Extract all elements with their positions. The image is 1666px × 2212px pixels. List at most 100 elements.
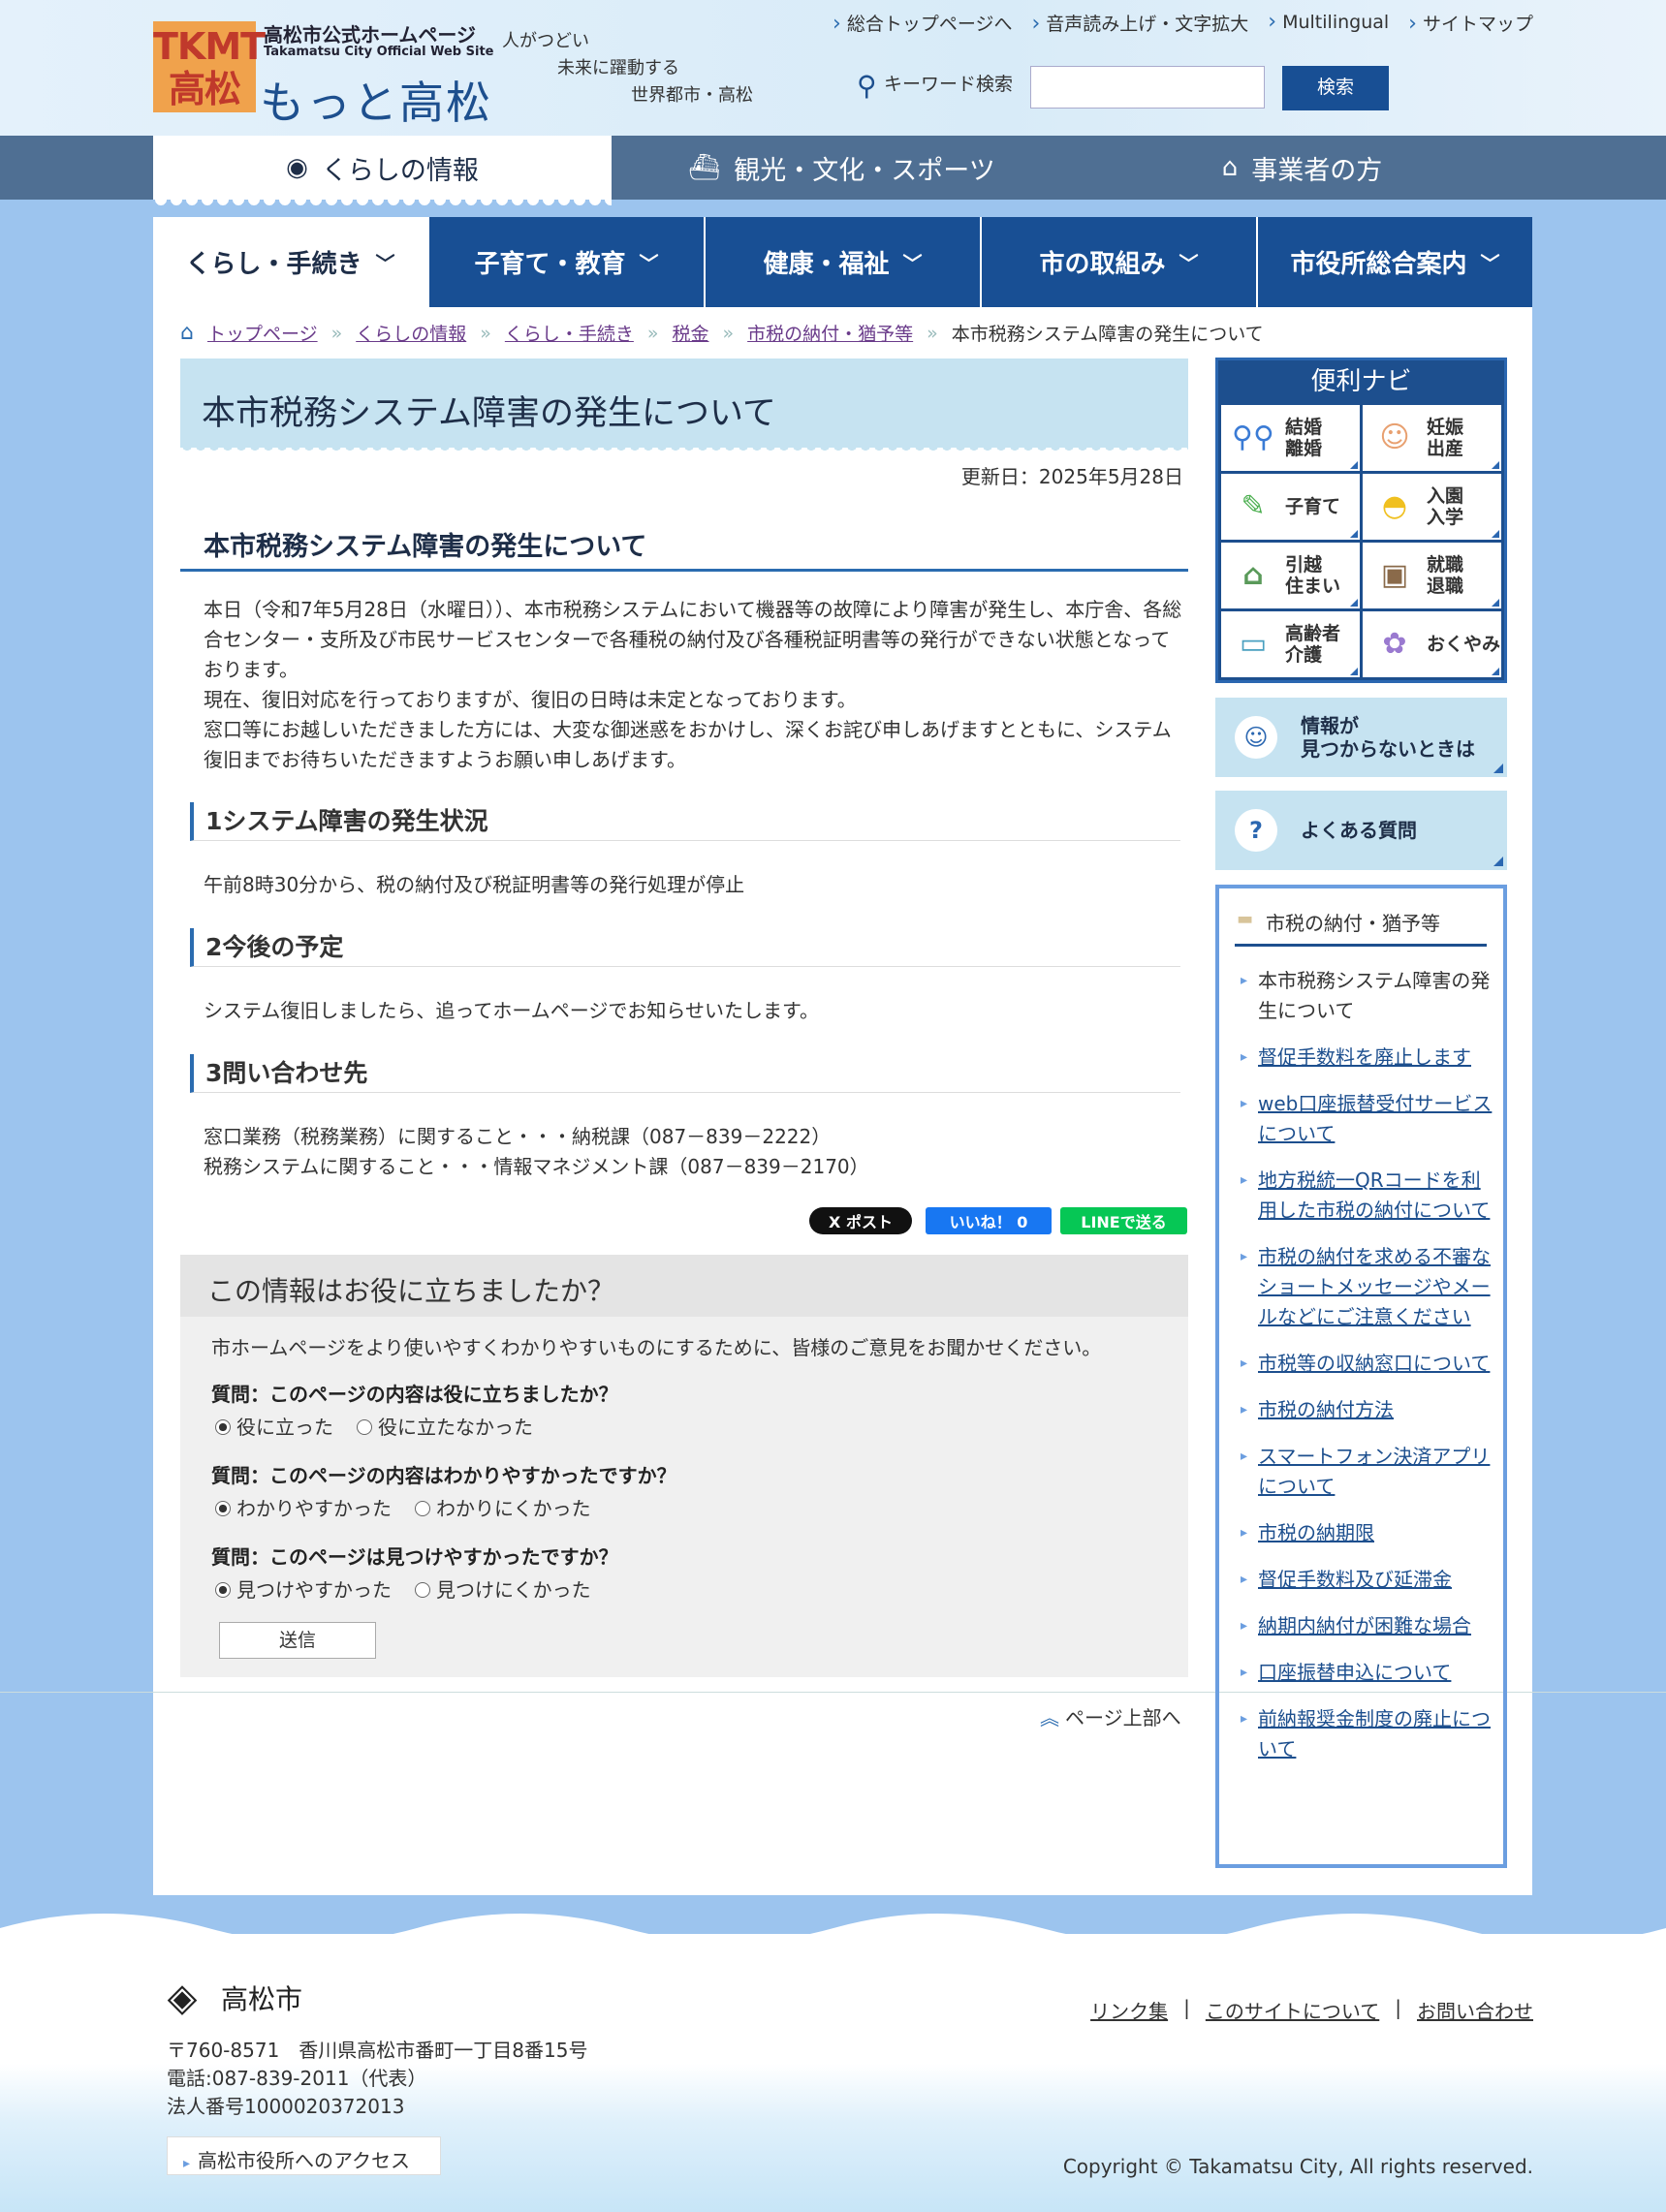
breadcrumb-tax[interactable]: 税金	[673, 320, 709, 346]
nav-childcare[interactable]: 子育て・教育 ﹀	[429, 217, 706, 307]
nav-living-procedures[interactable]: くらし・手続き ﹀	[153, 217, 429, 307]
not-found-button[interactable]: ☺ 情報が 見つからないときは	[1215, 698, 1507, 777]
chevron-down-icon: ﹀	[1179, 252, 1199, 275]
navi-moving[interactable]: ⌂ 引越 住まい	[1221, 543, 1360, 608]
related-item-label[interactable]: 督促手数料及び延滞金	[1258, 1568, 1452, 1591]
nav-health[interactable]: 健康・福祉 ﹀	[706, 217, 982, 307]
related-item[interactable]: 市税の納付を求める不審なショートメッセージやメールなどにご注意ください	[1239, 1242, 1493, 1332]
breadcrumb-payment[interactable]: 市税の納付・猶予等	[747, 320, 913, 346]
related-item[interactable]: 口座振替申込について	[1239, 1658, 1493, 1688]
related-item-label[interactable]: 市税の納付を求める不審なショートメッセージやメールなどにご注意ください	[1258, 1245, 1491, 1328]
search-button[interactable]: 検索	[1282, 66, 1389, 110]
related-item[interactable]: web口座振替受付サービスについて	[1239, 1089, 1493, 1149]
feedback-intro: 市ホームページをより使いやすくわかりやすいものにするために、皆様のご意見をお聞か…	[211, 1336, 1102, 1359]
tab-tourism[interactable]: ⛴ 観光・文化・スポーツ	[612, 136, 1072, 200]
breadcrumb-procedures[interactable]: くらし・手続き	[505, 320, 634, 346]
top-link-home[interactable]: 総合トップページへ	[833, 10, 1013, 36]
corporate-number: 法人番号1000020372013	[167, 2095, 405, 2118]
related-item[interactable]: スマートフォン決済アプリについて	[1239, 1442, 1493, 1502]
navi-label: 妊娠 出産	[1427, 417, 1464, 459]
breadcrumb-living[interactable]: くらしの情報	[356, 320, 466, 346]
nav-label: 健康・福祉	[763, 250, 890, 279]
search-input[interactable]	[1030, 66, 1265, 109]
related-item-label[interactable]: 前納報奨金制度の廃止について	[1258, 1707, 1491, 1760]
nav-cityhall[interactable]: 市役所総合案内 ﹀	[1258, 217, 1532, 307]
related-item-label[interactable]: 市税の納期限	[1258, 1521, 1374, 1544]
radio-clear[interactable]: わかりやすかった	[215, 1493, 392, 1521]
navi-elderly[interactable]: ▭ 高齢者 介護	[1221, 611, 1360, 677]
body-paragraph: 現在、復旧対応を行っておりますが、復旧の日時は未定となっております。	[204, 688, 857, 711]
radio-not-useful[interactable]: 役に立たなかった	[357, 1412, 533, 1440]
radio-hard-find[interactable]: 見つけにくかった	[415, 1574, 591, 1603]
footer-link-contact[interactable]: お問い合わせ	[1417, 1996, 1533, 2024]
footer-address: 〒760-8571 香川県高松市番町一丁目8番15号 電話:087-839-20…	[167, 2037, 587, 2121]
related-item[interactable]: 督促手数料及び延滞金	[1239, 1565, 1493, 1595]
flower-icon: ✿	[1382, 627, 1407, 661]
page-top-link[interactable]: ページ上部へ	[1040, 1702, 1181, 1730]
navi-condolence[interactable]: ✿ おくやみ	[1363, 611, 1501, 677]
related-item[interactable]: 市税の納付方法	[1239, 1395, 1493, 1425]
related-item-label[interactable]: web口座振替受付サービスについて	[1258, 1092, 1492, 1145]
navi-marriage[interactable]: ⚲⚲ 結婚 離婚	[1221, 405, 1360, 471]
city-emblem-icon: ◈	[167, 1976, 198, 2020]
facebook-like-button[interactable]: いいね！ 0	[926, 1207, 1052, 1234]
line-share-button[interactable]: LINEで送る	[1060, 1207, 1187, 1234]
related-item[interactable]: 地方税統一QRコードを利用した市税の納付について	[1239, 1166, 1493, 1226]
tab-living[interactable]: ◉ くらしの情報	[153, 136, 612, 207]
related-item-label: 本市税務システム障害の発生について	[1258, 969, 1491, 1022]
body-paragraph: 本日（令和7年5月28日（水曜日））、本市税務システムにおいて機器等の故障により…	[204, 598, 1182, 681]
site-name[interactable]: もっと高松	[260, 68, 492, 132]
navi-school[interactable]: ◓ 入園 入学	[1363, 474, 1501, 540]
related-item-label[interactable]: 納期内納付が困難な場合	[1258, 1614, 1471, 1637]
navi-childcare[interactable]: ✎ 子育て	[1221, 474, 1360, 540]
footer-link-links[interactable]: リンク集	[1090, 1996, 1168, 2024]
radio-easy-find[interactable]: 見つけやすかった	[215, 1574, 392, 1603]
x-post-button[interactable]: X ポスト	[809, 1207, 912, 1234]
navi-employment[interactable]: ▣ 就職 退職	[1363, 543, 1501, 608]
site-label-en: Takamatsu City Official Web Site	[264, 45, 494, 59]
access-button[interactable]: 高松市役所へのアクセス	[167, 2136, 441, 2175]
tab-label: 観光・文化・スポーツ	[734, 155, 995, 186]
breadcrumb-separator: »	[330, 322, 343, 344]
radio-useful[interactable]: 役に立った	[215, 1412, 333, 1440]
nav-label: 子育て・教育	[474, 250, 626, 279]
section-text: システム復旧しましたら、追ってホームページでお知らせいたします。	[204, 999, 819, 1022]
related-item-label[interactable]: 市税等の収納窓口について	[1258, 1352, 1490, 1375]
faq-button[interactable]: ? よくある質問	[1215, 791, 1507, 870]
breadcrumb-top[interactable]: トップページ	[207, 320, 318, 346]
related-item-label[interactable]: 督促手数料を廃止します	[1258, 1045, 1471, 1069]
related-item[interactable]: 市税の納期限	[1239, 1518, 1493, 1548]
logo-mark[interactable]: TKMT 高松	[153, 21, 266, 112]
footer-link-separator: |	[1183, 1996, 1190, 2019]
related-item[interactable]: 市税等の収納窓口について	[1239, 1349, 1493, 1379]
top-link-voice[interactable]: 音声読み上げ・文字拡大	[1031, 10, 1248, 36]
related-title: 市税の納付・猶予等	[1235, 908, 1487, 947]
breadcrumb: ⌂ トップページ » くらしの情報 » くらし・手続き » 税金 » 市税の納付・猶予等…	[180, 320, 1264, 346]
body-paragraph: 窓口等にお越しいただきました方には、大変な御迷惑をおかけし、深くお詫び申しあげま…	[204, 718, 1172, 771]
nav-label: くらし・手続き	[185, 250, 362, 279]
radio-unclear[interactable]: わかりにくかった	[415, 1493, 591, 1521]
related-item[interactable]: 前納報奨金制度の廃止について	[1239, 1704, 1493, 1764]
related-item-label[interactable]: 地方税統一QRコードを利用した市税の納付について	[1258, 1168, 1490, 1222]
navi-label: おくやみ	[1427, 634, 1501, 655]
related-item[interactable]: 納期内納付が困難な場合	[1239, 1611, 1493, 1641]
tab-business[interactable]: ⌂ 事業者の方	[1072, 136, 1532, 200]
feedback-form: この情報はお役に立ちましたか？ 市ホームページをより使いやすくわかりやすいものに…	[180, 1255, 1188, 1677]
chevron-down-icon: ﹀	[902, 252, 923, 275]
related-item-label[interactable]: スマートフォン決済アプリについて	[1258, 1445, 1490, 1498]
breadcrumb-separator: »	[480, 322, 491, 344]
house-icon: ⌂	[1242, 558, 1264, 592]
submit-button[interactable]: 送信	[219, 1622, 376, 1659]
related-item-label[interactable]: 市税の納付方法	[1258, 1398, 1394, 1421]
navi-pregnancy[interactable]: ☺ 妊娠 出産	[1363, 405, 1501, 471]
related-item[interactable]: 督促手数料を廃止します	[1239, 1043, 1493, 1073]
footer-link-about[interactable]: このサイトについて	[1206, 1996, 1379, 2024]
top-link-sitemap[interactable]: サイトマップ	[1408, 10, 1533, 36]
question-label: 質問：このページの内容は役に立ちましたか？	[211, 1383, 618, 1406]
search-icon: ⚲	[857, 70, 877, 102]
tab-label: 事業者の方	[1251, 155, 1383, 186]
nav-initiatives[interactable]: 市の取組み ﹀	[982, 217, 1258, 307]
top-link-multilingual[interactable]: Multilingual	[1268, 10, 1389, 36]
related-item-label[interactable]: 口座振替申込について	[1258, 1661, 1451, 1684]
breadcrumb-separator: »	[927, 322, 938, 344]
